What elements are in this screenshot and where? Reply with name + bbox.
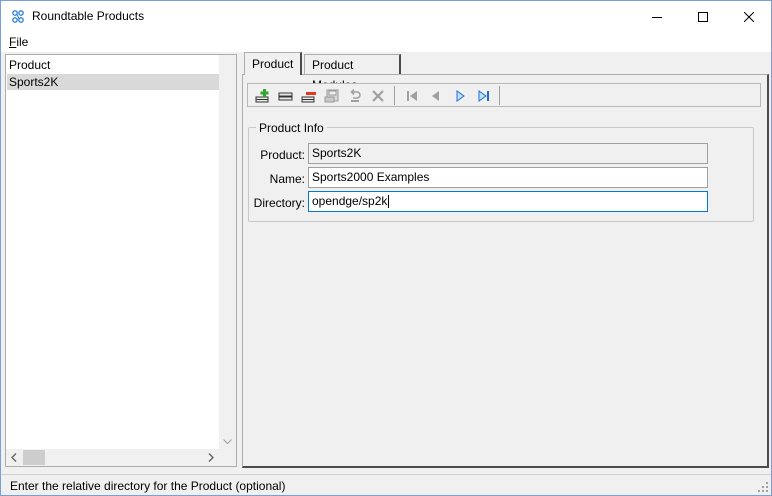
minimize-button[interactable]	[634, 1, 680, 32]
list-item-selected[interactable]: Sports2K	[7, 74, 220, 90]
product-label: Product:	[260, 148, 305, 162]
copy-record-button[interactable]	[276, 86, 296, 106]
save-record-button[interactable]	[322, 86, 342, 106]
toolbar-separator	[499, 86, 500, 105]
first-record-button[interactable]	[402, 86, 422, 106]
previous-record-button[interactable]	[426, 86, 446, 106]
directory-field[interactable]: opendge/sp2k	[308, 191, 708, 212]
minimize-icon	[652, 16, 662, 18]
menu-bar: File	[1, 32, 771, 52]
vertical-scrollbar[interactable]	[219, 55, 236, 449]
scroll-thumb[interactable]	[23, 450, 45, 465]
next-record-button[interactable]	[450, 86, 470, 106]
close-icon	[744, 11, 754, 22]
product-list[interactable]: Product Sports2K	[5, 54, 237, 467]
first-record-icon	[407, 91, 417, 101]
group-title: Product Info	[256, 121, 327, 135]
copy-record-icon	[278, 92, 293, 101]
directory-label: Directory:	[253, 196, 305, 210]
previous-record-icon	[432, 91, 439, 101]
save-record-icon	[324, 89, 339, 103]
main-window: Roundtable Products File Product Sports2…	[0, 0, 772, 496]
scroll-right-icon[interactable]	[208, 453, 214, 462]
window-title: Roundtable Products	[32, 9, 145, 23]
scroll-down-icon[interactable]	[223, 439, 232, 445]
tab-product-modules[interactable]: Product Modules	[304, 54, 401, 92]
scroll-corner	[219, 449, 236, 466]
title-bar[interactable]: Roundtable Products	[1, 1, 771, 32]
add-record-icon	[255, 89, 269, 103]
name-field[interactable]: Sports2000 Examples	[308, 167, 708, 188]
resize-grip-icon[interactable]	[757, 481, 769, 493]
delete-record-icon	[301, 92, 316, 103]
name-label: Name:	[269, 172, 305, 186]
scroll-left-icon[interactable]	[11, 453, 17, 462]
undo-icon	[350, 88, 361, 102]
last-record-icon	[478, 90, 489, 102]
delete-record-button[interactable]	[299, 86, 319, 106]
list-item[interactable]: Product	[7, 57, 220, 73]
text-caret	[388, 195, 390, 209]
maximize-icon	[698, 11, 708, 22]
close-button[interactable]	[726, 1, 772, 32]
product-field: Sports2K	[308, 143, 708, 164]
status-bar: Enter the relative directory for the Pro…	[1, 474, 771, 495]
toolbar-separator	[394, 86, 395, 105]
menu-file[interactable]: File	[9, 35, 28, 49]
tab-product[interactable]: Product	[244, 52, 302, 75]
last-record-button[interactable]	[474, 86, 494, 106]
status-text: Enter the relative directory for the Pro…	[10, 479, 286, 493]
cancel-icon	[372, 90, 384, 102]
maximize-button[interactable]	[680, 1, 726, 32]
horizontal-scrollbar[interactable]	[6, 449, 220, 466]
app-icon	[10, 9, 26, 25]
cancel-button[interactable]	[368, 86, 388, 106]
directory-value: opendge/sp2k	[312, 194, 388, 208]
next-record-icon	[456, 90, 465, 102]
record-toolbar	[247, 83, 761, 107]
add-record-button[interactable]	[253, 86, 273, 106]
undo-button[interactable]	[345, 86, 365, 106]
menu-file-rest: ile	[16, 35, 29, 49]
